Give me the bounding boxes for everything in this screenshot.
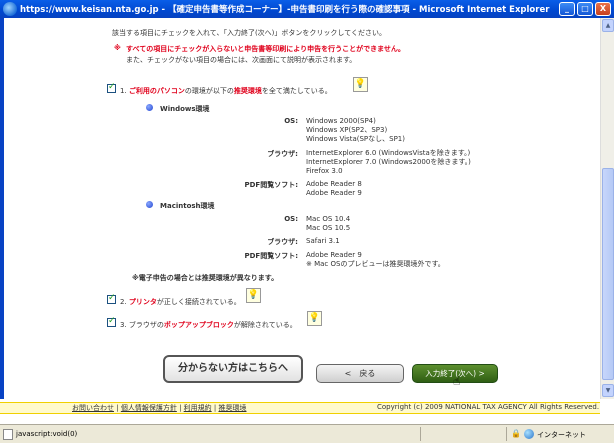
- windows-pdf-list: Adobe Reader 8 Adobe Reader 9: [306, 180, 362, 198]
- mac-os-label: OS:: [284, 215, 298, 223]
- footer-separator: |: [116, 404, 119, 412]
- window-title: https://www.keisan.nta.go.jp - 【確定申告書等作成…: [20, 5, 550, 15]
- windows-browser-item: InternetExplorer 7.0 (Windows2000を除きます。): [306, 158, 471, 166]
- windows-browser-item: Firefox 3.0: [306, 167, 343, 175]
- lock-icon: 🔒: [511, 429, 521, 438]
- footer-links: お問い合わせ | 個人情報保護方針 | 利用規約 | 推奨環境: [72, 403, 246, 413]
- mac-pdf-item: Adobe Reader 9: [306, 251, 362, 259]
- windows-os-label: OS:: [284, 117, 298, 125]
- internet-explorer-icon: [3, 2, 17, 16]
- item1-recommended: 推奨環境: [233, 87, 262, 95]
- item1-number: 1.: [120, 87, 127, 95]
- close-button[interactable]: X: [595, 2, 611, 16]
- warning-text: すべての項目にチェックが入らないと申告書等印刷により申告を行うことができません。: [126, 45, 405, 53]
- bullet-icon: [146, 104, 153, 111]
- windows-browser-item: InternetExplorer 6.0 (WindowsVistaを除きます。…: [306, 149, 471, 157]
- back-button[interactable]: < 戻る: [316, 364, 404, 383]
- mac-pdf-item: ※ Mac OSのプレビューは推奨環境外です。: [306, 260, 445, 268]
- status-divider: [420, 427, 421, 441]
- scroll-thumb[interactable]: [602, 168, 614, 380]
- windows-os-list: Windows 2000(SP4) Windows XP(SP2、SP3) Wi…: [306, 117, 405, 144]
- item2-number: 2.: [120, 298, 127, 306]
- security-zone: インターネット: [537, 431, 586, 439]
- copyright-text: Copyright (c) 2009 NATIONAL TAX AGENCY A…: [377, 403, 600, 411]
- hint-bulb-icon[interactable]: 💡: [307, 311, 322, 326]
- item3-label: 3. ブラウザのポップアップブロックが解除されている。: [120, 320, 297, 330]
- windows-pdf-item: Adobe Reader 8: [306, 180, 362, 188]
- footer-link-environment[interactable]: 推奨環境: [218, 404, 246, 412]
- maximize-button[interactable]: □: [577, 2, 593, 16]
- mac-pdf-list: Adobe Reader 9 ※ Mac OSのプレビューは推奨環境外です。: [306, 251, 445, 269]
- footer-link-terms[interactable]: 利用規約: [184, 404, 212, 412]
- mac-pdf-label: PDF閲覧ソフト:: [244, 252, 298, 260]
- mac-os-list: Mac OS 10.4 Mac OS 10.5: [306, 215, 350, 233]
- e-tax-note: ※電子申告の場合とは推奨環境が異なります。: [132, 274, 279, 282]
- windows-os-item: Windows XP(SP2、SP3): [306, 126, 388, 134]
- windows-browser-list: InternetExplorer 6.0 (WindowsVistaを除きます。…: [306, 149, 471, 176]
- item3-pre: ブラウザの: [128, 321, 164, 329]
- status-divider: [506, 427, 507, 441]
- checkbox-printer[interactable]: [107, 293, 116, 304]
- mac-browser-item: Safari 3.1: [306, 237, 340, 245]
- hint-bulb-icon[interactable]: 💡: [353, 77, 368, 92]
- checkbox-recommended-environment[interactable]: [107, 82, 116, 93]
- hand-cursor-icon: ☝: [453, 374, 461, 388]
- item1-post: を全て満たしている。: [261, 87, 332, 95]
- windows-pdf-item: Adobe Reader 9: [306, 189, 362, 197]
- footer-separator: |: [213, 404, 217, 412]
- checkbox-popup-block[interactable]: [107, 316, 116, 327]
- bullet-icon: [146, 201, 153, 208]
- vertical-scrollbar[interactable]: ▲ ▼: [600, 18, 614, 399]
- minimize-button[interactable]: _: [559, 2, 575, 16]
- page-content: 該当する項目にチェックを入れて、「入力終了(次へ)」ボタンをクリックしてください…: [0, 18, 600, 399]
- item3-post: が解除されている。: [233, 321, 297, 329]
- status-bar: javascript:void(0) 🔒 インターネット: [0, 424, 614, 443]
- mac-os-item: Mac OS 10.5: [306, 224, 351, 232]
- scroll-up-icon[interactable]: ▲: [602, 19, 614, 32]
- mac-heading: Macintosh環境: [160, 202, 215, 210]
- item3-number: 3.: [120, 321, 127, 329]
- window-title-bar[interactable]: https://www.keisan.nta.go.jp - 【確定申告書等作成…: [0, 0, 614, 18]
- instruction-text: 該当する項目にチェックを入れて、「入力終了(次へ)」ボタンをクリックしてください…: [112, 29, 386, 37]
- windows-heading: Windows環境: [160, 105, 210, 113]
- status-text: javascript:void(0): [16, 430, 78, 438]
- windows-browser-label: ブラウザ:: [267, 150, 298, 158]
- item1-label: 1. ご利用のパソコンの環境が以下の推奨環境を全て満たしている。: [120, 86, 332, 96]
- footer-link-contact[interactable]: お問い合わせ: [72, 404, 114, 412]
- mac-browser-label: ブラウザ:: [267, 238, 298, 246]
- item1-mid: の環境が以下の: [184, 87, 234, 95]
- windows-os-item: Windows Vista(SPなし、SP1): [306, 135, 405, 143]
- item1-pc: ご利用のパソコン: [128, 87, 185, 95]
- note-text: また、チェックがない項目の場合には、次画面にて説明が表示されます。: [126, 56, 357, 64]
- mac-os-item: Mac OS 10.4: [306, 215, 351, 223]
- item2-post: が正しく接続されている。: [156, 298, 241, 306]
- item2-printer: プリンタ: [128, 298, 157, 306]
- windows-pdf-label: PDF閲覧ソフト:: [244, 181, 298, 189]
- hint-bulb-icon[interactable]: 💡: [246, 288, 261, 303]
- item3-popup: ポップアップブロック: [163, 321, 234, 329]
- footer-separator: |: [179, 404, 182, 412]
- help-button[interactable]: 分からない方はこちらへ: [163, 355, 303, 383]
- item2-label: 2. プリンタが正しく接続されている。: [120, 297, 241, 307]
- warning-mark: ※: [114, 44, 121, 52]
- page-icon: [3, 429, 13, 440]
- scroll-down-icon[interactable]: ▼: [602, 384, 614, 397]
- internet-zone-icon: [524, 429, 534, 439]
- mac-browser-list: Safari 3.1: [306, 237, 340, 246]
- windows-os-item: Windows 2000(SP4): [306, 117, 376, 125]
- footer-link-privacy[interactable]: 個人情報保護方針: [121, 404, 177, 412]
